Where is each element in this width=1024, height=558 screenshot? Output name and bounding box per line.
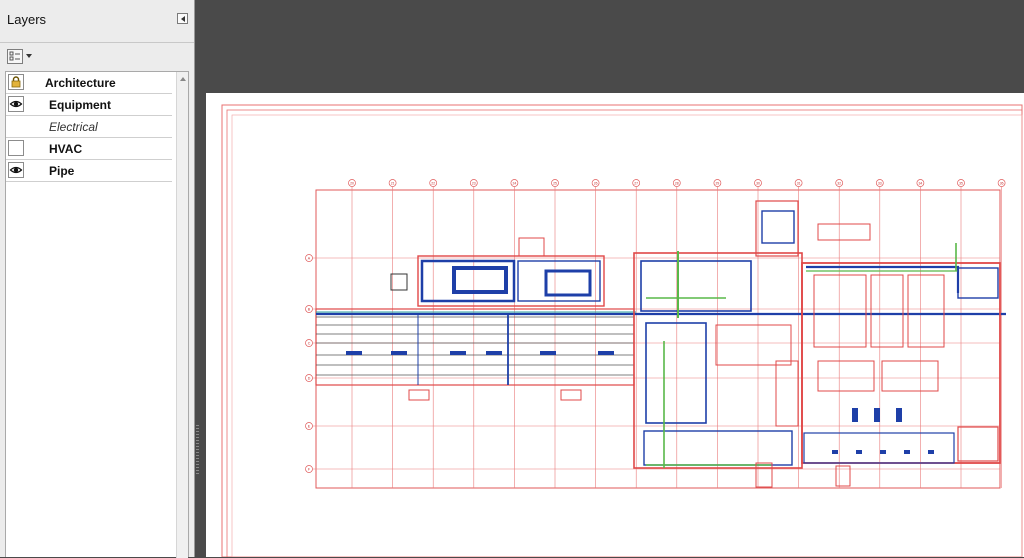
layers-panel-header: Layers [0, 0, 194, 43]
eye-icon[interactable] [8, 162, 24, 178]
grid-bubble-label: 31 [797, 182, 801, 186]
layer-label: Equipment [49, 98, 111, 112]
grid-bubble-label: 36 [1000, 182, 1004, 186]
grid-bubble-label: 33 [878, 182, 882, 186]
grid-bubble-label: 24 [513, 182, 517, 186]
panel-title: Layers [7, 12, 47, 27]
visibility-toggle[interactable] [8, 140, 24, 156]
floor-plan-drawing: 20 21 22 23 24 25 26 27 28 29 30 31 32 33 34 35 36 ABCDE… [221, 104, 1023, 557]
grid-bubble-label: 27 [634, 182, 638, 186]
layer-options-icon [7, 49, 23, 64]
grid-bubble-label: 20 [350, 182, 354, 186]
collapse-panel-button[interactable] [177, 13, 188, 24]
grid-bubble-label: 35 [959, 182, 963, 186]
chevron-down-icon [26, 54, 32, 58]
collapse-left-icon [181, 16, 185, 22]
scroll-up-icon[interactable] [178, 75, 188, 83]
layers-panel: Layers Architecture Equipment Electrical… [0, 0, 195, 558]
layer-row-pipe[interactable]: Pipe [6, 160, 172, 182]
grid-bubble-label: 28 [675, 182, 679, 186]
layer-list: Architecture Equipment Electrical HVAC P… [5, 71, 189, 558]
layer-row-architecture[interactable]: Architecture [6, 72, 172, 94]
layer-options-button[interactable] [7, 49, 33, 66]
grid-bubble-label: 23 [472, 182, 476, 186]
layer-row-hvac[interactable]: HVAC [6, 138, 172, 160]
grid-bubble-label: 30 [756, 182, 760, 186]
resize-grip-icon[interactable] [196, 425, 199, 475]
document-page: 20 21 22 23 24 25 26 27 28 29 30 31 32 33 34 35 36 ABCDE… [206, 93, 1024, 557]
grid-bubble-label: 26 [594, 182, 598, 186]
layer-label: Pipe [49, 164, 75, 178]
layer-label: HVAC [49, 142, 83, 156]
grid-bubble-label: 34 [919, 182, 923, 186]
layer-list-scrollbar[interactable] [176, 72, 188, 558]
layer-label: Electrical [49, 120, 98, 134]
row-bubble-label: C [308, 341, 311, 345]
grid-bubble-label: 32 [837, 182, 841, 186]
layer-row-electrical[interactable]: Electrical [6, 116, 172, 138]
grid-bubble-label: 22 [431, 182, 435, 186]
grid-bubble-label: 21 [391, 182, 395, 186]
eye-icon[interactable] [8, 96, 24, 112]
layer-row-equipment[interactable]: Equipment [6, 94, 172, 116]
lock-icon[interactable] [8, 74, 24, 90]
row-bubble-label: D [308, 376, 311, 380]
grid-bubble-label: 25 [553, 182, 557, 186]
grid-bubble-label: 29 [716, 182, 720, 186]
layer-label: Architecture [45, 76, 116, 90]
